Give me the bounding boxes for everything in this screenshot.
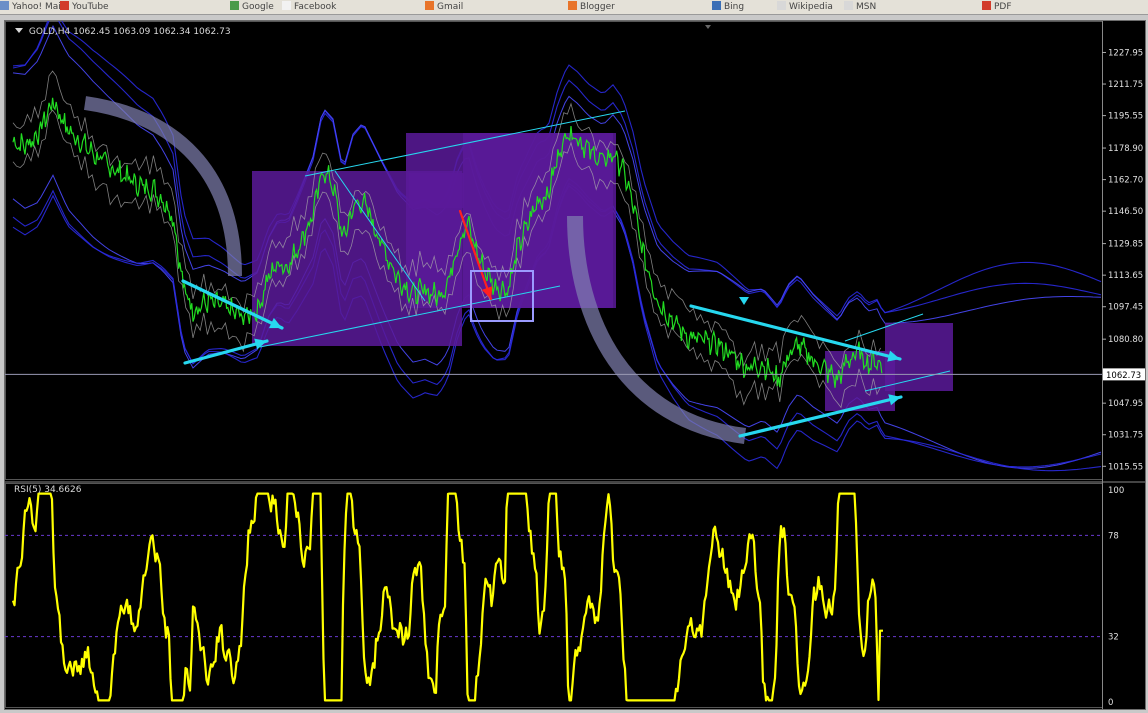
current-price-tag: 1062.73: [1103, 368, 1145, 381]
price-axis-label: 1195.55: [1108, 112, 1143, 122]
browser-tab[interactable]: Facebook: [282, 1, 336, 13]
price-axis-label: 1031.75: [1108, 431, 1143, 441]
browser-tab-label: Yahoo! Mail: [12, 2, 64, 12]
browser-tab-label: Bing: [724, 2, 745, 12]
price-axis-label: 1146.50: [1108, 207, 1143, 217]
price-axis-label: 1211.75: [1108, 80, 1143, 90]
symbol-ohlc-text: GOLD,H4 1062.45 1063.09 1062.34 1062.73: [28, 27, 231, 37]
arrow-shaft: [183, 339, 269, 365]
browser-tab[interactable]: MSN: [844, 1, 876, 13]
price-axis-label: 1227.95: [1108, 48, 1143, 58]
browser-tab-label: Gmail: [437, 2, 464, 12]
rsi-axis-label: 78: [1108, 531, 1119, 541]
browser-tab[interactable]: Wikipedia: [777, 1, 833, 13]
current-price-tag-label: 1062.73: [1106, 371, 1141, 381]
browser-tab[interactable]: Google: [230, 1, 274, 13]
browser-tab[interactable]: Yahoo! Mail: [0, 1, 63, 13]
blogger-icon: [425, 1, 434, 10]
rsi-axis-label: 100: [1108, 486, 1124, 496]
rsi-header: RSI(5) 34.6626: [14, 485, 81, 495]
pdf-icon: [982, 1, 991, 10]
rsi-axis-label: 32: [1108, 633, 1119, 643]
zone-rectangle: [409, 173, 464, 208]
price-axis-label: 1162.70: [1108, 176, 1143, 186]
rsi-series-line: [11, 492, 883, 702]
browser-tab[interactable]: Blogger: [568, 1, 615, 13]
price-axis-label: 1097.45: [1108, 303, 1143, 313]
dropdown-triangle-icon[interactable]: [15, 28, 23, 33]
youtube-icon: [60, 1, 69, 10]
page-icon: [777, 1, 786, 10]
page-icon: [282, 1, 291, 10]
price-axis-label: 1080.80: [1108, 335, 1143, 345]
rsi-axis-label: 0: [1108, 698, 1113, 708]
bing-icon: [712, 1, 721, 10]
chart-canvas[interactable]: 1227.95 1211.75 1195.55 1178.90 1162.70 1146.…: [5, 21, 1145, 709]
shift-marker-icon: [705, 25, 711, 29]
price-axis-label: 1178.90: [1108, 144, 1143, 154]
price-axis-label: 1129.85: [1108, 240, 1143, 250]
price-axis-label: 1047.95: [1108, 399, 1143, 409]
triangle-marker-icon: [739, 297, 749, 305]
browser-tab-label: Wikipedia: [789, 2, 833, 12]
browser-tab-label: PDF: [994, 2, 1012, 12]
price-axis-label: 1113.65: [1108, 271, 1143, 281]
browser-tab-label: Blogger: [580, 2, 615, 12]
browser-tab[interactable]: PDF: [982, 1, 1012, 13]
rsi-label: RSI(5) 34.6626: [14, 485, 82, 495]
browser-tab-label: YouTube: [72, 2, 109, 12]
symbol-header: GOLD,H4 1062.45 1063.09 1062.34 1062.73: [15, 27, 231, 37]
page-icon: [844, 1, 853, 10]
browser-tab-label: Facebook: [294, 2, 337, 12]
blogger-icon: [568, 1, 577, 10]
browser-tab-strip: Yahoo! Mail YouTube Google Facebook Gmail Blo…: [0, 0, 1148, 15]
price-axis-label: 1015.55: [1108, 462, 1143, 472]
browser-tab[interactable]: YouTube: [60, 1, 109, 13]
google-icon: [230, 1, 239, 10]
browser-tab[interactable]: Bing: [712, 1, 744, 13]
chart-window[interactable]: 1227.95 1211.75 1195.55 1178.90 1162.70 1146.…: [4, 20, 1146, 710]
mail-icon: [0, 1, 9, 10]
browser-tab[interactable]: Gmail: [425, 1, 463, 13]
browser-tab-label: MSN: [856, 2, 877, 12]
browser-tab-label: Google: [242, 2, 274, 12]
